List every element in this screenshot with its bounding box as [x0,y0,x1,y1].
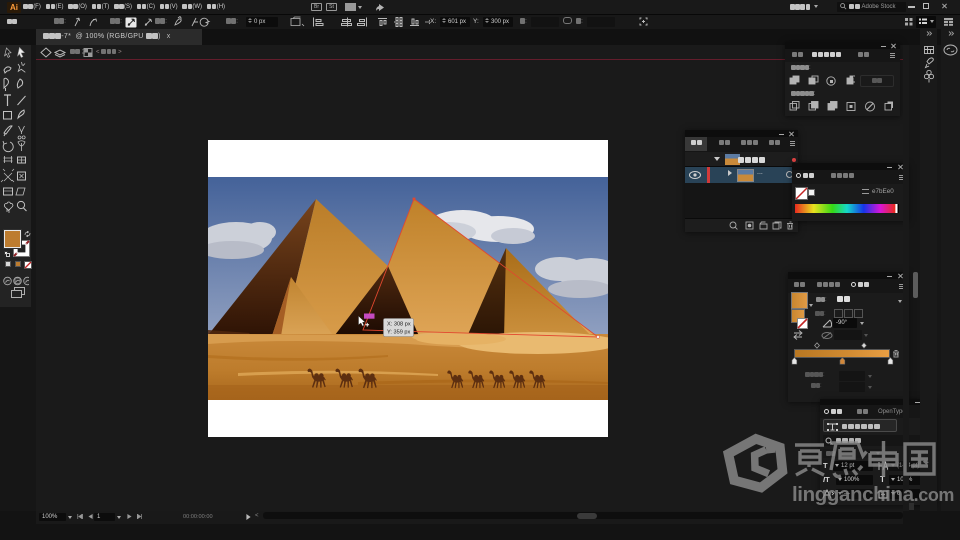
svg-text:X: 308 px: X: 308 px [387,322,411,328]
svg-text:Y: 359 px: Y: 359 px [387,330,411,336]
svg-text:lingganchina.com: lingganchina.com [792,483,954,506]
